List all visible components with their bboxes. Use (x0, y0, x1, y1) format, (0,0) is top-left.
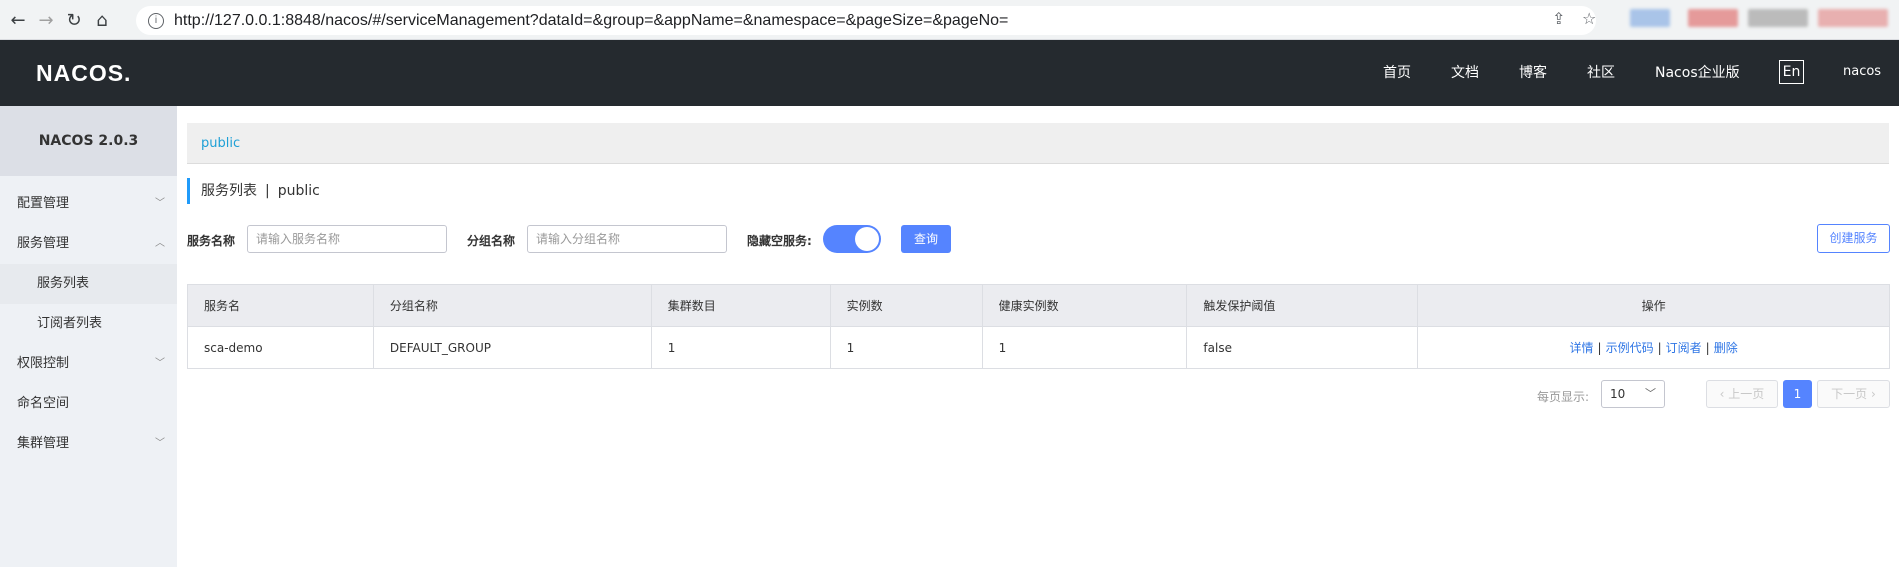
language-switch[interactable]: En (1779, 60, 1804, 84)
url-text: http://127.0.0.1:8848/nacos/#/serviceMan… (174, 11, 1009, 29)
sidebar-item-label: 配置管理 (17, 196, 70, 211)
back-icon[interactable]: ← (6, 8, 30, 32)
cell-service-name: sca-demo (187, 326, 374, 369)
next-page-label: 下一页 (1831, 387, 1868, 401)
service-table: 服务名 分组名称 集群数目 实例数 健康实例数 触发保护阈值 操作 sca-de… (187, 284, 1890, 369)
sidebar-item-service[interactable]: 服务管理 ︿ (0, 224, 177, 264)
sample-code-link[interactable]: 示例代码 (1606, 341, 1654, 355)
cell-ops: 详情 | 示例代码 | 订阅者 | 删除 (1417, 326, 1890, 369)
col-header-healthy: 健康实例数 (981, 284, 1188, 327)
title-separator: | (265, 183, 270, 199)
group-name-input[interactable]: 请输入分组名称 (527, 225, 727, 253)
sidebar-item-label: 集群管理 (17, 436, 70, 451)
nav-docs[interactable]: 文档 (1451, 62, 1479, 82)
top-header: NACOS. 首页 文档 博客 社区 Nacos企业版 En nacos (0, 40, 1899, 106)
col-header-instances: 实例数 (829, 284, 983, 327)
nacos-logo[interactable]: NACOS. (36, 60, 131, 87)
extension-icon[interactable] (1630, 9, 1670, 27)
hide-empty-label: 隐藏空服务: (747, 234, 812, 248)
cell-clusters: 1 (650, 326, 831, 369)
chevron-down-icon: ﹀ (1645, 387, 1656, 400)
group-name-label: 分组名称 (467, 234, 516, 248)
page-title: 服务列表 | public (187, 178, 320, 204)
col-header-threshold: 触发保护阈值 (1186, 284, 1419, 327)
hide-empty-toggle[interactable] (823, 225, 881, 253)
sidebar-item-service-list[interactable]: 服务列表 (0, 264, 177, 304)
nav-home[interactable]: 首页 (1383, 62, 1411, 82)
chevron-down-icon: ﹀ (155, 198, 165, 209)
service-name-input[interactable]: 请输入服务名称 (247, 225, 447, 253)
current-page[interactable]: 1 (1783, 380, 1812, 408)
sidebar-item-label: 订阅者列表 (37, 316, 103, 331)
nav-enterprise[interactable]: Nacos企业版 (1655, 62, 1740, 82)
cell-instances: 1 (829, 326, 983, 369)
op-separator: | (1657, 341, 1662, 355)
sidebar-item-cluster[interactable]: 集群管理 ﹀ (0, 424, 177, 464)
col-header-ops: 操作 (1417, 284, 1890, 327)
prev-page-button[interactable]: ‹ 上一页 (1706, 380, 1778, 408)
address-bar[interactable]: i http://127.0.0.1:8848/nacos/#/serviceM… (136, 6, 1596, 35)
sidebar-item-label: 权限控制 (17, 356, 70, 371)
page-size-label: 每页显示: (1537, 390, 1590, 404)
chevron-down-icon: ﹀ (155, 358, 165, 369)
page-title-text: 服务列表 (201, 183, 257, 199)
table-row: sca-demo DEFAULT_GROUP 1 1 1 false 详情 | 示例… (187, 326, 1890, 369)
next-page-button[interactable]: 下一页 › (1817, 380, 1890, 408)
extension-icon[interactable] (1688, 9, 1738, 27)
nav-community[interactable]: 社区 (1587, 62, 1615, 82)
service-name-label: 服务名称 (187, 234, 236, 248)
page-size-select[interactable]: 10 ﹀ (1601, 380, 1665, 408)
search-button[interactable]: 查询 (901, 225, 951, 253)
reload-icon[interactable]: ↻ (62, 8, 86, 32)
page-title-namespace: public (277, 183, 320, 199)
col-header-clusters: 集群数目 (650, 284, 831, 327)
sidebar-item-namespace[interactable]: 命名空间 (0, 384, 177, 424)
user-name[interactable]: nacos (1843, 64, 1881, 79)
chevron-up-icon: ︿ (155, 238, 165, 249)
subscribers-link[interactable]: 订阅者 (1666, 341, 1702, 355)
namespace-bar: public (187, 123, 1889, 164)
extension-icon[interactable] (1748, 9, 1808, 27)
sidebar-brand: NACOS 2.0.3 (0, 106, 177, 176)
bookmark-star-icon[interactable]: ☆ (1582, 9, 1596, 28)
cell-healthy: 1 (981, 326, 1188, 369)
sidebar-item-auth[interactable]: 权限控制 ﹀ (0, 344, 177, 384)
col-header-group: 分组名称 (372, 284, 652, 327)
nav-blog[interactable]: 博客 (1519, 62, 1547, 82)
share-icon[interactable]: ⇪ (1552, 9, 1565, 28)
chevron-left-icon: ‹ (1719, 387, 1729, 401)
sidebar-item-label: 服务管理 (17, 236, 70, 251)
namespace-link[interactable]: public (201, 136, 240, 151)
delete-link[interactable]: 删除 (1714, 341, 1738, 355)
cell-group: DEFAULT_GROUP (372, 326, 652, 369)
sidebar-item-config[interactable]: 配置管理 ﹀ (0, 184, 177, 224)
forward-icon[interactable]: → (34, 8, 58, 32)
op-separator: | (1705, 341, 1710, 355)
col-header-service-name: 服务名 (187, 284, 374, 327)
sidebar: NACOS 2.0.3 配置管理 ﹀ 服务管理 ︿ 服务列表 订阅者列表 权限控… (0, 106, 177, 567)
cell-threshold: false (1186, 326, 1419, 369)
sidebar-item-subscribers[interactable]: 订阅者列表 (0, 304, 177, 344)
extension-icon[interactable] (1818, 9, 1888, 27)
op-separator: | (1597, 341, 1602, 355)
home-icon[interactable]: ⌂ (90, 8, 114, 32)
prev-page-label: 上一页 (1728, 387, 1765, 401)
toggle-knob (855, 227, 879, 251)
create-service-button[interactable]: 创建服务 (1817, 224, 1890, 253)
site-info-icon[interactable]: i (148, 12, 164, 29)
page-size-value: 10 (1610, 387, 1626, 401)
sidebar-item-label: 服务列表 (37, 276, 90, 291)
chevron-right-icon: › (1867, 387, 1876, 401)
detail-link[interactable]: 详情 (1570, 341, 1594, 355)
sidebar-item-label: 命名空间 (17, 396, 70, 411)
table-header-row: 服务名 分组名称 集群数目 实例数 健康实例数 触发保护阈值 操作 (187, 284, 1890, 327)
browser-toolbar: ← → ↻ ⌂ i http://127.0.0.1:8848/nacos/#/… (0, 0, 1899, 40)
chevron-down-icon: ﹀ (155, 438, 165, 449)
